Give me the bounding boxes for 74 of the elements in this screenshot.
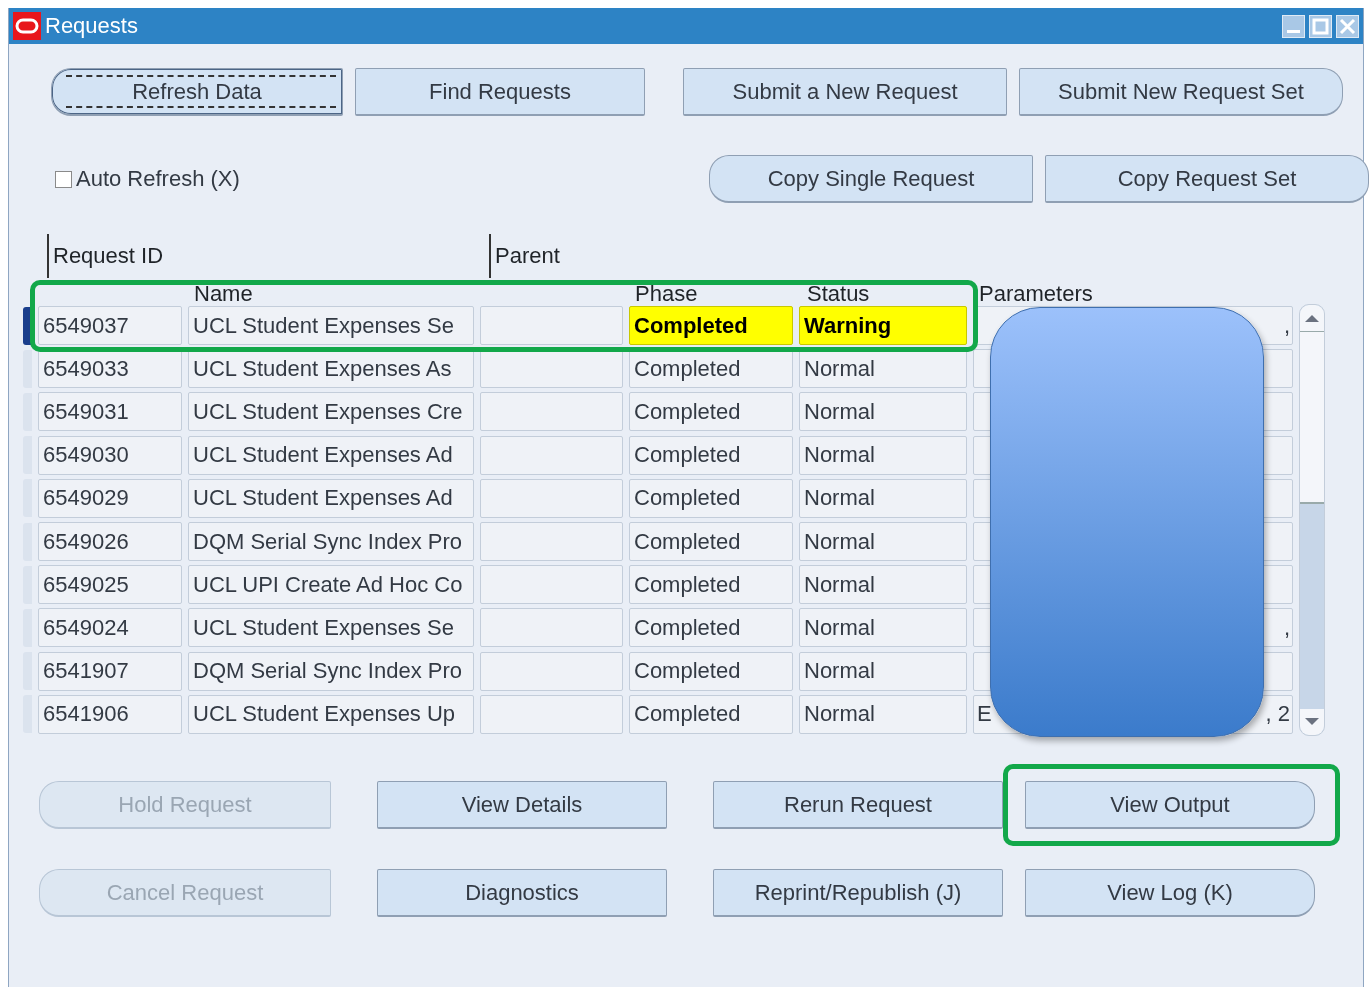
table-cell: Completed [629,306,793,346]
table-cell: Completed [629,565,793,605]
minimize-icon[interactable] [1282,14,1305,38]
table-cell: 6549025 [38,565,182,605]
column-header: Status [806,280,871,304]
action-button[interactable]: Refresh Data [51,68,343,116]
auto-refresh-checkbox[interactable] [55,170,72,188]
column-header: Parameters [978,280,1094,304]
column-header: Name [193,280,254,304]
action-button[interactable]: Copy Single Request [709,155,1033,203]
table-cell: Completed [629,392,793,432]
scroll-thumb[interactable] [1300,331,1324,504]
table-cell: UCL Student Expenses Se [188,306,474,346]
action-button[interactable]: Copy Request Set [1045,155,1369,203]
table-cell: 6549026 [38,522,182,562]
table-cell: 6549037 [38,306,182,346]
table-cell: Normal [799,435,967,475]
table-cell: 6549031 [38,392,182,432]
table-cell: Normal [799,478,967,518]
table-cell: 6549029 [38,478,182,518]
table-cell: Normal [799,608,967,648]
table-cell: Normal [799,694,967,734]
table-cell: UCL Student Expenses Ad [188,435,474,475]
table-cell: 6541907 [38,651,182,691]
table-cell: UCL UPI Create Ad Hoc Co [188,565,474,605]
table-cell: UCL Student Expenses Ad [188,478,474,518]
parameter-text: E [977,701,992,728]
table-cell: DQM Serial Sync Index Pro [188,651,474,691]
table-cell: Normal [799,349,967,389]
auto-refresh-label: Auto Refresh (X) [76,166,240,192]
table-cell: Completed [629,349,793,389]
scroll-up-icon[interactable] [1300,305,1324,331]
action-button[interactable]: Reprint/Republish (J) [713,869,1003,917]
column-header: Request ID [53,244,164,268]
table-cell: Warning [799,306,967,346]
action-button[interactable]: Rerun Request [713,781,1003,829]
table-cell: DQM Serial Sync Index Pro [188,522,474,562]
column-header: Parent [495,244,560,268]
table-cell: 6549033 [38,349,182,389]
app-logo-icon [13,12,41,40]
table-cell: Normal [799,565,967,605]
action-button[interactable]: Submit New Request Set [1019,68,1343,116]
table-cell: 6541906 [38,694,182,734]
table-cell: Completed [629,522,793,562]
table-cell: Normal [799,651,967,691]
action-button[interactable]: Submit a New Request [683,68,1007,116]
record-indicator[interactable] [23,306,32,345]
parameter-text: , [1283,615,1290,641]
parameter-text: , 2 [1265,701,1290,728]
action-button[interactable]: View Details [377,781,667,829]
action-button[interactable]: Diagnostics [377,869,667,917]
table-cell: Completed [629,478,793,518]
action-button[interactable]: Find Requests [355,68,645,116]
close-icon[interactable] [1336,14,1359,38]
table-cell: Completed [629,651,793,691]
table-cell: 6549024 [38,608,182,648]
table-cell: 6549030 [38,435,182,475]
parameter-text: , [1283,312,1290,339]
table-cell: UCL Student Expenses Cre [188,392,474,432]
table-cell: UCL Student Expenses As [188,349,474,389]
table-cell: Completed [629,435,793,475]
scrollbar[interactable] [1299,304,1325,736]
window-title: Requests [45,13,139,39]
table-cell: Normal [799,522,967,562]
column-header: Phase [634,280,699,304]
table-cell: Completed [629,694,793,734]
table-cell: Completed [629,608,793,648]
action-button[interactable]: View Log (K) [1025,869,1315,917]
action-button[interactable]: View Output [1025,781,1315,829]
maximize-icon[interactable] [1309,14,1332,38]
table-cell: UCL Student Expenses Se [188,608,474,648]
scroll-down-icon[interactable] [1300,709,1324,735]
table-cell: Normal [799,392,967,432]
table-cell: UCL Student Expenses Up [188,694,474,734]
